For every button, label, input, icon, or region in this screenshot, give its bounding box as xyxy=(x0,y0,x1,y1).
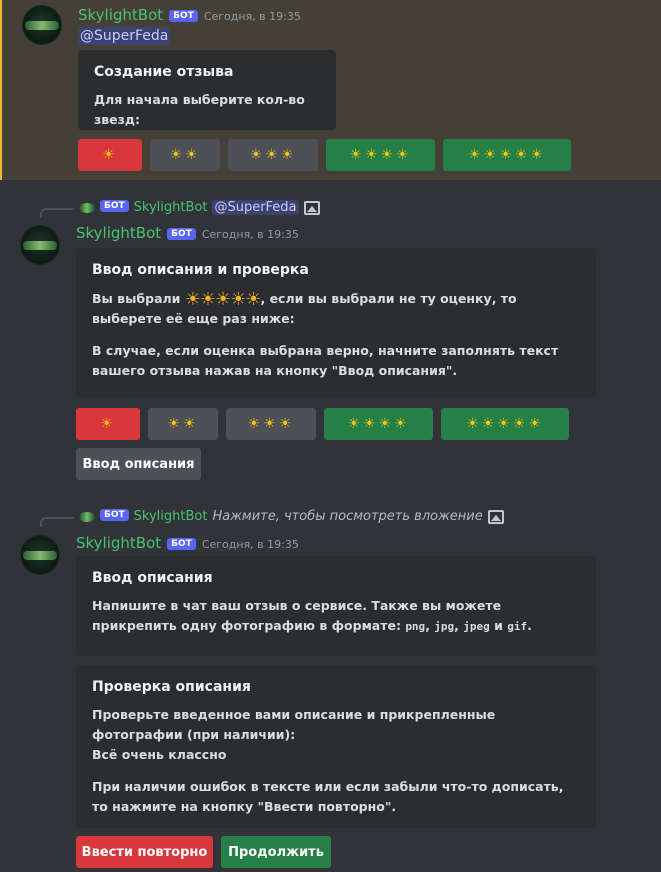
embed: Ввод описания и проверка Вы выбрали ☀☀☀☀… xyxy=(76,248,596,398)
bot-avatar[interactable] xyxy=(22,5,62,45)
author-name[interactable]: SkylightBot xyxy=(78,6,163,24)
timestamp: Сегодня, в 19:35 xyxy=(201,538,299,551)
bot-tag: БОТ xyxy=(169,10,198,22)
embed-title: Ввод описания и проверка xyxy=(92,262,309,278)
author-name[interactable]: SkylightBot xyxy=(76,534,161,552)
timestamp: Сегодня, в 19:35 xyxy=(203,10,301,23)
continue-button[interactable]: Продолжить xyxy=(221,836,331,868)
rating-buttons: ☀ ☀☀ ☀☀☀ ☀☀☀☀ ☀☀☀☀☀ xyxy=(78,139,571,171)
rating-1-button[interactable]: ☀ xyxy=(76,408,140,440)
reply-connector xyxy=(40,207,74,218)
enter-description-button[interactable]: Ввод описания xyxy=(76,448,201,480)
reply-mention[interactable]: @SuperFeda xyxy=(212,200,299,215)
message-3: БОТ SkylightBot Нажмите, чтобы посмотрет… xyxy=(0,505,661,872)
embed-title: Создание отзыва xyxy=(94,64,234,80)
rating-2-button[interactable]: ☀☀ xyxy=(150,139,220,171)
chat-log: SkylightBot БОТ Сегодня, в 19:35 @SuperF… xyxy=(0,0,661,872)
message-2: БОТ SkylightBot @SuperFeda SkylightBot Б… xyxy=(0,195,661,490)
timestamp: Сегодня, в 19:35 xyxy=(201,228,299,241)
rating-2-button[interactable]: ☀☀ xyxy=(148,408,218,440)
rating-1-button[interactable]: ☀ xyxy=(78,139,142,171)
image-icon xyxy=(303,200,320,215)
sun-icon: ☀☀ xyxy=(169,147,201,163)
embed-title: Проверка описания xyxy=(92,679,251,695)
reply-preview[interactable]: БОТ SkylightBot @SuperFeda xyxy=(40,199,320,218)
reply-author[interactable]: SkylightBot xyxy=(134,509,208,524)
reply-avatar xyxy=(79,511,95,522)
reply-author[interactable]: SkylightBot xyxy=(134,200,208,215)
embed-description: Проверьте введенное вами описание и прик… xyxy=(92,707,564,814)
bot-tag: БОТ xyxy=(167,228,196,240)
reply-connector xyxy=(40,516,74,527)
rating-buttons: ☀ ☀☀ ☀☀☀ ☀☀☀☀ ☀☀☀☀☀ xyxy=(76,408,569,440)
sun-icon: ☀ xyxy=(100,416,116,432)
bot-avatar[interactable] xyxy=(20,225,60,265)
image-icon xyxy=(487,509,504,524)
rating-5-button[interactable]: ☀☀☀☀☀ xyxy=(443,139,571,171)
sun-icon: ☀☀☀☀ xyxy=(349,147,412,163)
rating-5-button[interactable]: ☀☀☀☀☀ xyxy=(441,408,569,440)
sun-icon: ☀☀☀☀☀ xyxy=(184,289,262,310)
rating-3-button[interactable]: ☀☀☀ xyxy=(228,139,318,171)
sun-icon: ☀☀☀☀☀ xyxy=(468,147,546,163)
bot-tag: БОТ xyxy=(100,508,129,521)
embed-description-input: Ввод описания Напишите в чат ваш отзыв о… xyxy=(76,556,596,656)
embed-description: Напишите в чат ваш отзыв о сервисе. Такж… xyxy=(92,598,532,633)
embed: Создание отзыва Для начала выберите кол-… xyxy=(78,50,336,130)
sun-icon: ☀☀☀ xyxy=(247,416,295,432)
embed-description: Вы выбрали ☀☀☀☀☀, если вы выбрали не ту … xyxy=(92,289,559,379)
rating-3-button[interactable]: ☀☀☀ xyxy=(226,408,316,440)
message-1: SkylightBot БОТ Сегодня, в 19:35 @SuperF… xyxy=(0,0,661,180)
rating-4-button[interactable]: ☀☀☀☀ xyxy=(324,408,433,440)
sun-icon: ☀☀ xyxy=(167,416,199,432)
reply-attachment-text[interactable]: Нажмите, чтобы посмотреть вложение xyxy=(212,509,482,524)
embed-title: Ввод описания xyxy=(92,570,213,586)
reply-preview[interactable]: БОТ SkylightBot Нажмите, чтобы посмотрет… xyxy=(40,508,504,527)
embed-description-check: Проверка описания Проверьте введенное ва… xyxy=(76,665,596,828)
sun-icon: ☀☀☀ xyxy=(249,147,297,163)
bot-tag: БОТ xyxy=(100,199,129,212)
bot-tag: БОТ xyxy=(167,538,196,550)
review-text: Всё очень классно xyxy=(92,747,227,762)
user-mention[interactable]: @SuperFeda xyxy=(78,27,171,45)
sun-icon: ☀☀☀☀☀ xyxy=(466,416,544,432)
embed-description: Для начала выберите кол-во звезд: xyxy=(94,92,305,127)
sun-icon: ☀☀☀☀ xyxy=(347,416,410,432)
author-name[interactable]: SkylightBot xyxy=(76,224,161,242)
rating-4-button[interactable]: ☀☀☀☀ xyxy=(326,139,435,171)
reply-avatar xyxy=(79,202,95,213)
bot-avatar[interactable] xyxy=(20,535,60,575)
retry-button[interactable]: Ввести повторно xyxy=(76,836,213,868)
sun-icon: ☀ xyxy=(102,147,118,163)
